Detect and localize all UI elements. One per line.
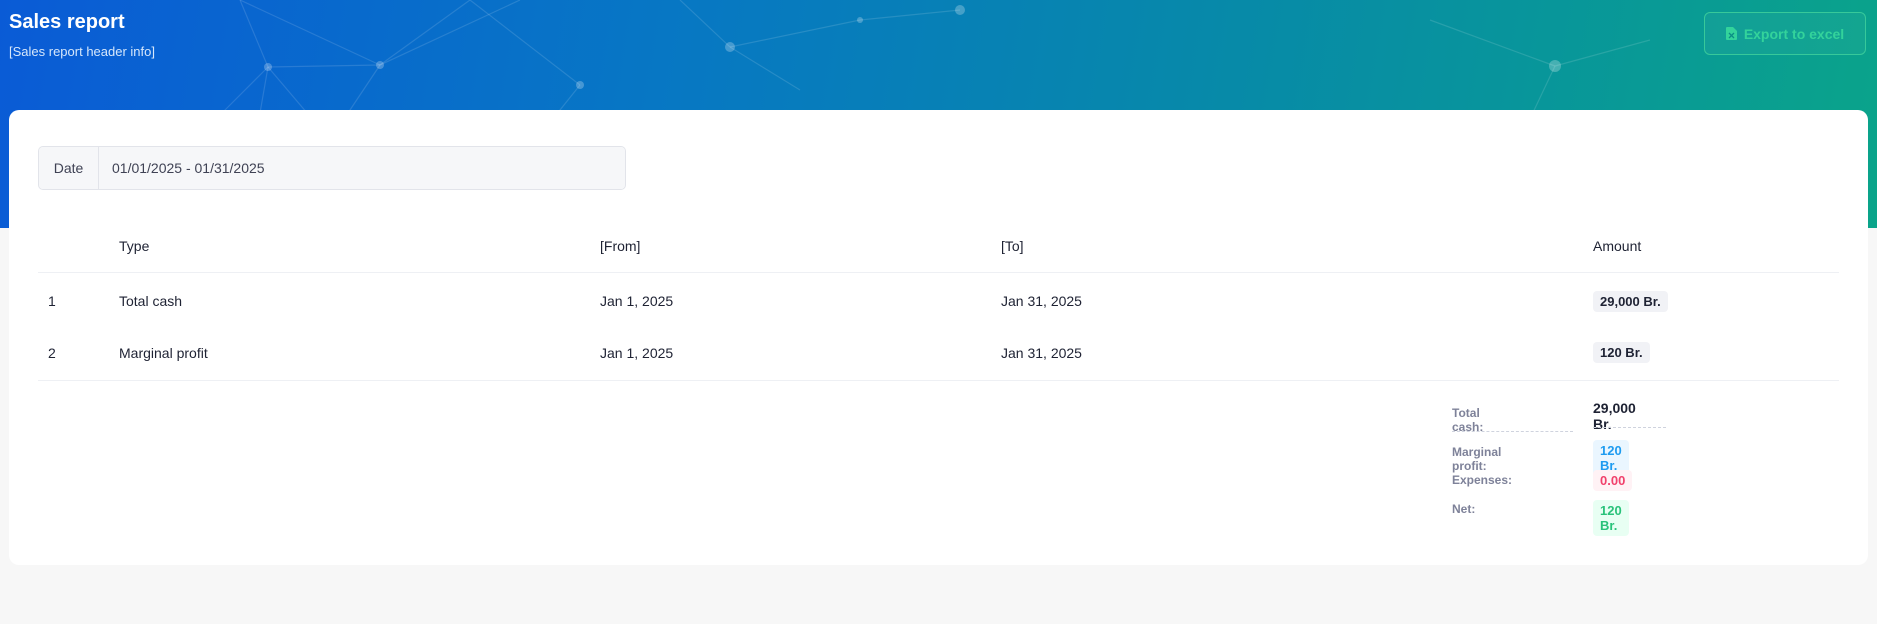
row-amount-cell: 120 Br. (1593, 326, 1839, 381)
date-range-input[interactable] (99, 147, 625, 189)
summary-marginal-profit-label: Marginal profit: (1452, 445, 1502, 473)
date-filter: Date (38, 146, 626, 190)
page-title: Sales report (9, 11, 125, 33)
summary-expenses-value-wrap: 0.00 (1593, 470, 1633, 491)
summary-expenses-value: 0.00 (1593, 470, 1633, 491)
column-header-to: [To] (1001, 220, 1593, 273)
column-header-from: [From] (600, 220, 1001, 273)
summary-net-label: Net: (1452, 502, 1476, 516)
excel-file-icon (1725, 27, 1737, 40)
summary-net-value: 120 Br. (1593, 500, 1629, 536)
table-row: 1 Total cash Jan 1, 2025 Jan 31, 2025 29… (38, 272, 1839, 326)
column-header-amount: Amount (1593, 220, 1839, 273)
summary-total-cash-label: Total cash: (1452, 406, 1484, 434)
table-row: 2 Marginal profit Jan 1, 2025 Jan 31, 20… (38, 326, 1839, 381)
row-number: 1 (48, 293, 56, 310)
row-amount-cell: 29,000 Br. (1593, 272, 1839, 326)
sales-report-table: Type [From] [To] Amount 1 Total cash Jan… (38, 220, 1839, 381)
export-to-excel-button[interactable]: Export to excel (1704, 12, 1866, 55)
row-to-date: Jan 31, 2025 (1001, 293, 1082, 310)
row-type: Marginal profit (119, 326, 600, 381)
row-to-date: Jan 31, 2025 (1001, 326, 1593, 381)
amount-badge: 29,000 Br. (1593, 290, 1668, 312)
export-button-label: Export to excel (1743, 25, 1845, 42)
column-header-number (38, 220, 119, 273)
summary-expenses-label: Expenses: (1452, 473, 1513, 487)
page-subtitle: [Sales report header info] (9, 44, 155, 59)
summary-net-value-wrap: 120 Br. (1593, 500, 1629, 536)
row-type: Total cash (119, 293, 183, 310)
row-from-date: Jan 1, 2025 (600, 326, 1001, 381)
report-card: Date Type [From] [To] Amount 1 Total cas… (9, 110, 1868, 565)
row-number: 2 (38, 326, 119, 381)
table-header-row: Type [From] [To] Amount (38, 220, 1839, 273)
summary-divider (1452, 431, 1573, 432)
column-header-type: Type (119, 220, 600, 273)
summary-divider (1593, 427, 1666, 428)
row-from-date: Jan 1, 2025 (600, 293, 674, 310)
date-filter-label: Date (39, 147, 99, 189)
amount-badge: 120 Br. (1593, 342, 1650, 364)
